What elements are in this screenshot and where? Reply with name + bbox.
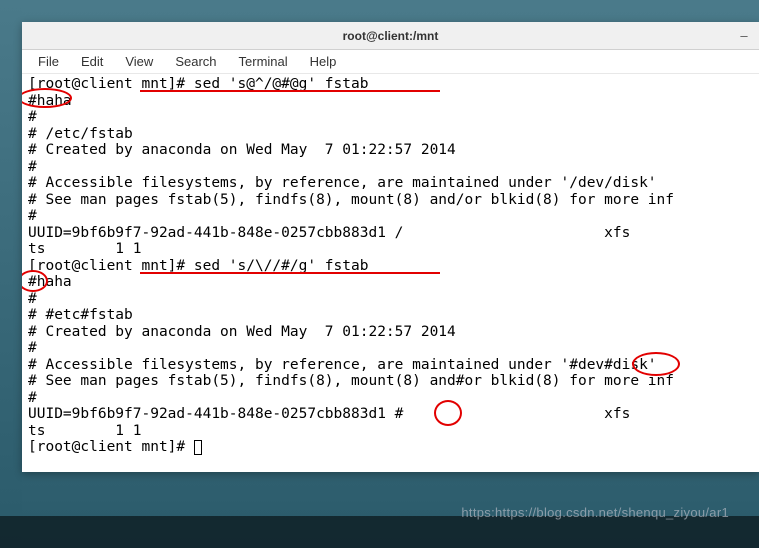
terminal-line: [root@client mnt]# sed 's/\//#/g' fstab (28, 258, 368, 274)
terminal-line: # (28, 109, 37, 125)
terminal-output[interactable]: [root@client mnt]# sed 's@^/@#@g' fstab … (22, 74, 759, 472)
terminal-line: [root@client mnt]# sed 's@^/@#@g' fstab (28, 76, 368, 92)
minimize-button[interactable]: – (737, 29, 751, 43)
cursor-icon (194, 440, 202, 455)
terminal-line: # See man pages fstab(5), findfs(8), mou… (28, 192, 674, 208)
terminal-line: # Accessible filesystems, by reference, … (28, 357, 657, 373)
menubar: File Edit View Search Terminal Help (22, 50, 759, 74)
terminal-line: # #etc#fstab (28, 307, 133, 323)
terminal-line: # (28, 340, 37, 356)
terminal-line: #haha (28, 274, 72, 290)
menu-file[interactable]: File (28, 52, 69, 71)
terminal-line: # (28, 208, 37, 224)
terminal-line: #haha (28, 93, 72, 109)
terminal-line: # (28, 291, 37, 307)
titlebar[interactable]: root@client:/mnt – (22, 22, 759, 50)
menu-terminal[interactable]: Terminal (229, 52, 298, 71)
menu-view[interactable]: View (115, 52, 163, 71)
terminal-line: # /etc/fstab (28, 126, 133, 142)
terminal-line: # Created by anaconda on Wed May 7 01:22… (28, 142, 456, 158)
taskbar (0, 516, 759, 548)
desktop-strip (0, 0, 22, 548)
terminal-line: # See man pages fstab(5), findfs(8), mou… (28, 373, 674, 389)
terminal-line: # Accessible filesystems, by reference, … (28, 175, 657, 191)
window-title: root@client:/mnt (343, 29, 439, 43)
terminal-line: # (28, 159, 37, 175)
terminal-line: # (28, 390, 37, 406)
menu-help[interactable]: Help (300, 52, 347, 71)
terminal-line: UUID=9bf6b9f7-92ad-441b-848e-0257cbb883d… (28, 225, 630, 241)
menu-edit[interactable]: Edit (71, 52, 113, 71)
terminal-window: root@client:/mnt – File Edit View Search… (22, 22, 759, 472)
window-controls: – (737, 29, 751, 43)
terminal-line: # Created by anaconda on Wed May 7 01:22… (28, 324, 456, 340)
terminal-line: ts 1 1 (28, 423, 142, 439)
terminal-line: [root@client mnt]# (28, 439, 194, 455)
terminal-line: UUID=9bf6b9f7-92ad-441b-848e-0257cbb883d… (28, 406, 630, 422)
menu-search[interactable]: Search (165, 52, 226, 71)
terminal-line: ts 1 1 (28, 241, 142, 257)
watermark-text: https:https://blog.csdn.net/shenqu_ziyou… (461, 505, 729, 520)
